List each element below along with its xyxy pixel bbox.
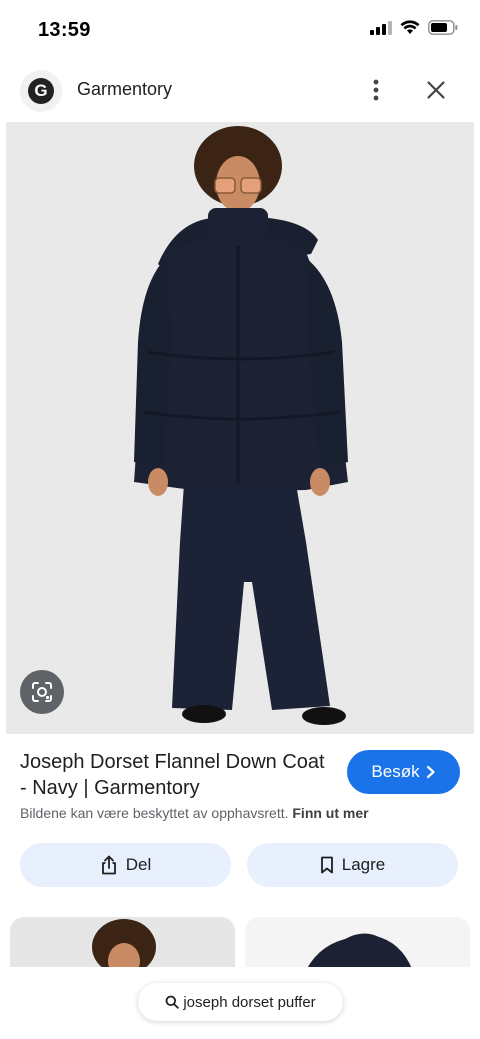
- status-bar: 13:59: [0, 0, 480, 62]
- signal-icon: [370, 20, 392, 35]
- status-time: 13:59: [38, 19, 91, 41]
- wifi-icon: [400, 20, 420, 34]
- bookmark-icon: [320, 856, 333, 874]
- close-button[interactable]: [420, 74, 452, 106]
- copyright-notice: Bildene kan være beskyttet av opphavsret…: [20, 805, 369, 821]
- share-label: Del: [125, 855, 152, 874]
- battery-icon: [428, 20, 458, 35]
- result-title[interactable]: Joseph Dorset Flannel Down Coat - Navy |…: [20, 749, 330, 801]
- site-logo-letter: G: [28, 78, 54, 104]
- model-illustration: [134, 126, 348, 725]
- result-header: G Garmentory: [0, 62, 480, 122]
- close-icon: [427, 81, 445, 99]
- share-button[interactable]: Del: [20, 843, 231, 887]
- save-label: Lagre: [341, 855, 386, 874]
- search-icon: [165, 995, 180, 1009]
- site-name[interactable]: Garmentory: [77, 79, 172, 100]
- more-vert-icon: [373, 79, 379, 101]
- search-chip[interactable]: joseph dorset puffer: [138, 983, 343, 1021]
- copyright-text: Bildene kan være beskyttet av opphavsret…: [20, 805, 289, 821]
- product-image[interactable]: [6, 122, 474, 734]
- search-chip-query: joseph dorset puffer: [183, 993, 316, 1011]
- more-options-button[interactable]: [362, 74, 390, 106]
- lens-button[interactable]: [20, 670, 64, 714]
- lens-icon: [32, 682, 52, 702]
- learn-more-link[interactable]: Finn ut mer: [292, 805, 368, 821]
- chevron-right-icon: [426, 765, 435, 779]
- save-button[interactable]: Lagre: [247, 843, 458, 887]
- visit-label: Besøk: [371, 762, 420, 781]
- status-icons: [370, 20, 458, 35]
- share-icon: [101, 855, 116, 875]
- site-logo: G: [20, 70, 62, 112]
- visit-button[interactable]: Besøk: [347, 750, 460, 794]
